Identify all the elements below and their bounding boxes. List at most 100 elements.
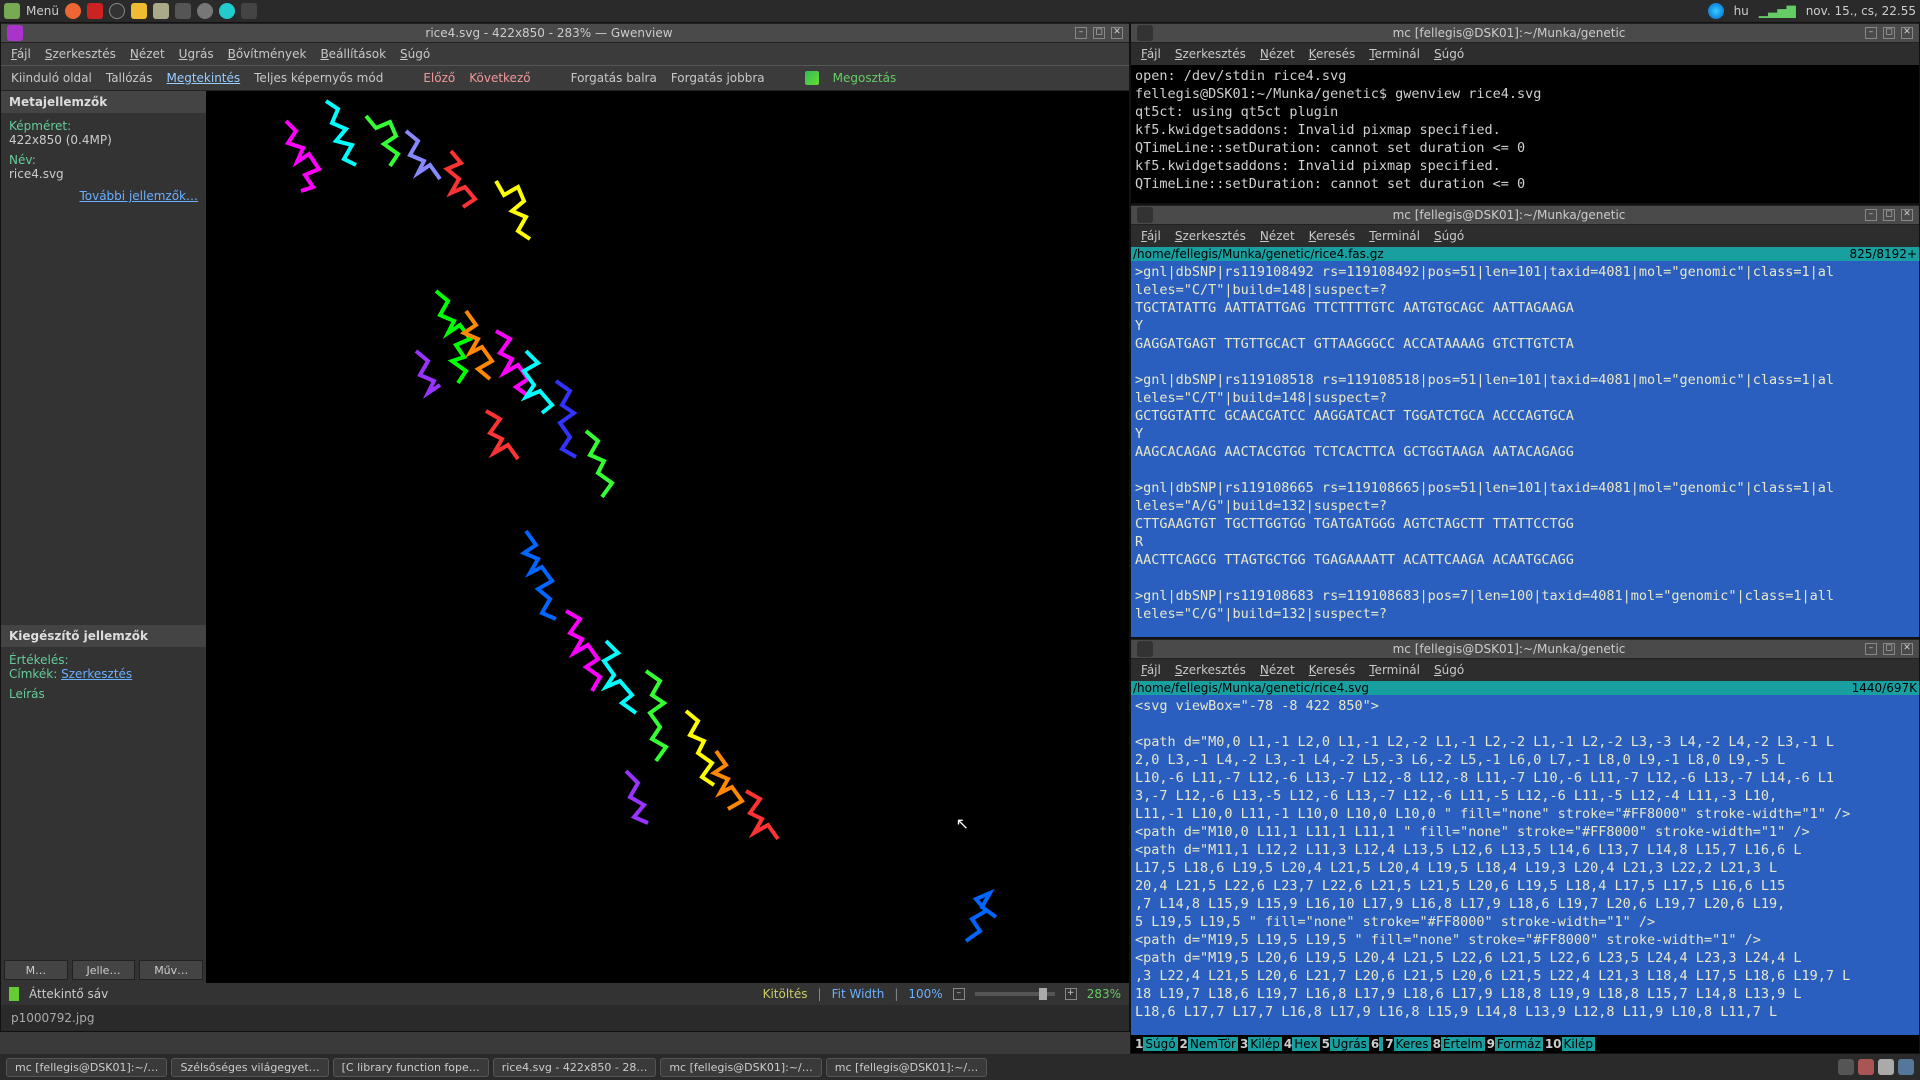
- maximize-button[interactable]: ◻: [1093, 27, 1105, 39]
- taskbar-item-0[interactable]: mc [fellegis@DSK01]:~/…: [6, 1058, 167, 1077]
- app-icon-1[interactable]: [87, 3, 103, 19]
- term2-max[interactable]: ◻: [1883, 209, 1895, 221]
- t1-menu-file[interactable]: Fájl: [1141, 47, 1161, 61]
- term2-titlebar[interactable]: mc [fellegis@DSK01]:~/Munka/genetic –◻✕: [1131, 205, 1919, 225]
- term3-close[interactable]: ✕: [1901, 643, 1913, 655]
- mc-fkey-3[interactable]: 3Kilép: [1240, 1037, 1282, 1051]
- t2-menu-view[interactable]: Nézet: [1260, 229, 1295, 243]
- mc-fkey-2[interactable]: 2NemTör: [1180, 1037, 1238, 1051]
- zoom-fill[interactable]: Kitöltés: [763, 987, 808, 1001]
- t2-menu-help[interactable]: Súgó: [1434, 229, 1464, 243]
- t1-menu-help[interactable]: Súgó: [1434, 47, 1464, 61]
- mc-fkey-6[interactable]: 6: [1371, 1037, 1383, 1051]
- gwen-titlebar[interactable]: rice4.svg - 422x850 - 283% — Gwenview – …: [1, 23, 1129, 43]
- zoom-fitwidth[interactable]: Fit Width: [832, 987, 885, 1001]
- whisker-icon[interactable]: [4, 3, 20, 19]
- menu-go[interactable]: Ugrás: [179, 47, 214, 61]
- tb-rotright[interactable]: Forgatás jobbra: [671, 71, 765, 85]
- zoom-in-button[interactable]: +: [1065, 988, 1077, 1000]
- close-button[interactable]: ✕: [1111, 27, 1123, 39]
- term1-titlebar[interactable]: mc [fellegis@DSK01]:~/Munka/genetic –◻✕: [1131, 23, 1919, 43]
- menu-file[interactable]: Fájl: [11, 47, 31, 61]
- tb-start[interactable]: Kiinduló oldal: [11, 71, 92, 85]
- app-icon-6[interactable]: [197, 3, 213, 19]
- mc-fkey-5[interactable]: 5Ugrás: [1322, 1037, 1369, 1051]
- sidebar-tab-a[interactable]: M…: [4, 960, 68, 980]
- term2-output[interactable]: >gnl|dbSNP|rs119108492 rs=119108492|pos=…: [1131, 261, 1919, 637]
- t3-menu-terminal[interactable]: Terminál: [1369, 663, 1420, 677]
- menu-view[interactable]: Nézet: [130, 47, 165, 61]
- tb-next[interactable]: Következő: [469, 71, 530, 85]
- status-thumbbar[interactable]: Áttekintő sáv: [29, 987, 108, 1001]
- taskbar-item-1[interactable]: Szélsőséges világegyet…: [171, 1058, 328, 1077]
- tb-view[interactable]: Megtekintés: [166, 71, 240, 85]
- keyboard-layout[interactable]: hu: [1734, 4, 1749, 18]
- meta-more-link[interactable]: További jellemzők…: [79, 189, 198, 203]
- tray-icon-1[interactable]: [1838, 1059, 1854, 1075]
- tray-icon-3[interactable]: [1878, 1059, 1894, 1075]
- tray-icon-4[interactable]: [1898, 1059, 1914, 1075]
- t2-menu-search[interactable]: Keresés: [1309, 229, 1356, 243]
- menu-help[interactable]: Súgó: [400, 47, 430, 61]
- mc-fkey-8[interactable]: 8Értelm: [1433, 1037, 1485, 1051]
- zoom-100[interactable]: 100%: [908, 987, 942, 1001]
- tb-fullscreen[interactable]: Teljes képernyős mód: [254, 71, 383, 85]
- term3-output[interactable]: <svg viewBox="-78 -8 422 850"> <path d="…: [1131, 695, 1919, 1035]
- mc-fkey-1[interactable]: 1Súgó: [1135, 1037, 1178, 1051]
- zoom-slider[interactable]: [975, 992, 1055, 996]
- term2-min[interactable]: –: [1865, 209, 1877, 221]
- mc-function-keys[interactable]: 1Súgó2NemTör3Kilép4Hex5Ugrás67Keres8Érte…: [1131, 1035, 1919, 1053]
- taskbar-item-3[interactable]: rice4.svg - 422x850 - 28…: [493, 1058, 657, 1077]
- term1-output[interactable]: open: /dev/stdin rice4.svg fellegis@DSK0…: [1131, 65, 1919, 203]
- t3-menu-edit[interactable]: Szerkesztés: [1175, 663, 1246, 677]
- thumbnail-strip[interactable]: p1000792.jpg: [1, 1005, 1129, 1031]
- term1-min[interactable]: –: [1865, 27, 1877, 39]
- minimize-button[interactable]: –: [1075, 27, 1087, 39]
- taskbar-item-4[interactable]: mc [fellegis@DSK01]:~/…: [660, 1058, 821, 1077]
- tray-icon-2[interactable]: [1858, 1059, 1874, 1075]
- t1-menu-edit[interactable]: Szerkesztés: [1175, 47, 1246, 61]
- t2-menu-terminal[interactable]: Terminál: [1369, 229, 1420, 243]
- t1-menu-terminal[interactable]: Terminál: [1369, 47, 1420, 61]
- t3-menu-search[interactable]: Keresés: [1309, 663, 1356, 677]
- firefox-icon[interactable]: [65, 3, 81, 19]
- t2-menu-edit[interactable]: Szerkesztés: [1175, 229, 1246, 243]
- app-icon-4[interactable]: [153, 3, 169, 19]
- menu-plugins[interactable]: Bővítmények: [228, 47, 307, 61]
- taskbar-item-5[interactable]: mc [fellegis@DSK01]:~/…: [826, 1058, 987, 1077]
- term1-max[interactable]: ◻: [1883, 27, 1895, 39]
- extra-tags-edit[interactable]: Szerkesztés: [61, 667, 132, 681]
- menu-edit[interactable]: Szerkesztés: [45, 47, 116, 61]
- menu-button[interactable]: Menü: [26, 4, 59, 18]
- menu-settings[interactable]: Beállítások: [320, 47, 386, 61]
- term3-min[interactable]: –: [1865, 643, 1877, 655]
- sidebar-tab-b[interactable]: Jelle…: [72, 960, 136, 980]
- term3-max[interactable]: ◻: [1883, 643, 1895, 655]
- app-icon-3[interactable]: [131, 3, 147, 19]
- image-canvas[interactable]: ↖: [206, 91, 1129, 983]
- clock[interactable]: nov. 15., cs, 22.55: [1806, 4, 1916, 18]
- tb-share[interactable]: Megosztás: [833, 71, 897, 85]
- t2-menu-file[interactable]: Fájl: [1141, 229, 1161, 243]
- term2-close[interactable]: ✕: [1901, 209, 1913, 221]
- tb-browse[interactable]: Tallózás: [106, 71, 153, 85]
- zoom-out-button[interactable]: –: [953, 988, 965, 1000]
- mc-fkey-10[interactable]: 10Kilép: [1545, 1037, 1595, 1051]
- t3-menu-help[interactable]: Súgó: [1434, 663, 1464, 677]
- mc-fkey-7[interactable]: 7Keres: [1385, 1037, 1430, 1051]
- app-icon-7[interactable]: [219, 3, 235, 19]
- t1-menu-view[interactable]: Nézet: [1260, 47, 1295, 61]
- mc-fkey-4[interactable]: 4Hex: [1284, 1037, 1320, 1051]
- app-icon-5[interactable]: [175, 3, 191, 19]
- mc-fkey-9[interactable]: 9Formáz: [1487, 1037, 1543, 1051]
- t3-menu-view[interactable]: Nézet: [1260, 663, 1295, 677]
- network-icon[interactable]: [1708, 3, 1724, 19]
- tb-rotleft[interactable]: Forgatás balra: [571, 71, 657, 85]
- taskbar-item-2[interactable]: [C library function fope…: [333, 1058, 489, 1077]
- sidebar-tab-c[interactable]: Műv…: [139, 960, 203, 980]
- tb-prev[interactable]: Előző: [423, 71, 455, 85]
- term3-titlebar[interactable]: mc [fellegis@DSK01]:~/Munka/genetic –◻✕: [1131, 639, 1919, 659]
- term1-close[interactable]: ✕: [1901, 27, 1913, 39]
- app-icon-8[interactable]: [241, 3, 257, 19]
- t1-menu-search[interactable]: Keresés: [1309, 47, 1356, 61]
